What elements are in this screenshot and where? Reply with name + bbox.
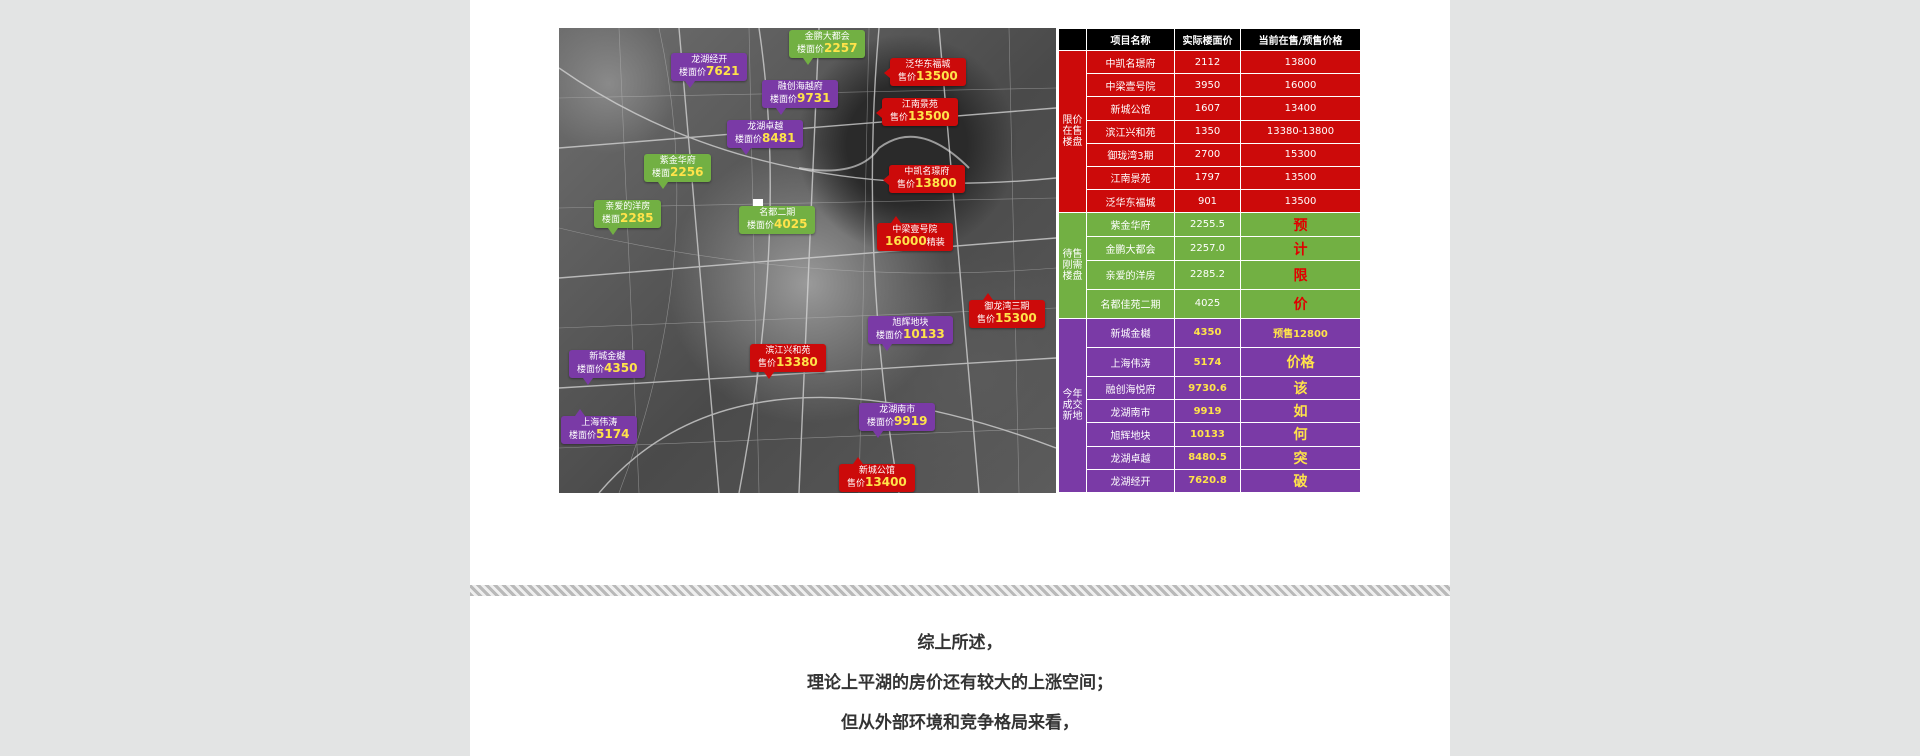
price-table: 项目名称 实际楼面价 当前在售/预售价格 限价在售楼盘 中凯名璟府 2112 138… bbox=[1058, 27, 1361, 494]
table-row: 融创海悦府 9730.6 该 bbox=[1059, 376, 1361, 401]
table-row: 待售刚需楼盘 紫金华府 2255.5 预 bbox=[1058, 212, 1361, 319]
map-label-binjiang: 滨江兴和苑 售价13380 bbox=[750, 344, 826, 379]
table-row: 御珑湾3期 2700 15300 bbox=[1059, 142, 1361, 167]
map-label-jinpeng: 金鹏大都会 楼面价2257 bbox=[789, 30, 866, 65]
summary-line: 理论上平湖的房价还有较大的上涨空间； bbox=[807, 673, 1113, 693]
summary-line: 综上所述， bbox=[917, 633, 1003, 653]
table-row: 亲爱的洋房 2285.2 限 bbox=[1059, 260, 1361, 290]
table-row: 龙湖南市 9919 如 bbox=[1059, 399, 1361, 424]
table-row: 名都佳苑二期 4025 价 bbox=[1059, 288, 1361, 319]
map-label-longhu-jingkai: 龙湖经开 楼面价7621 bbox=[671, 53, 748, 88]
table-row: 江南景苑 1797 13500 bbox=[1059, 165, 1361, 190]
table-row: 龙湖卓越 8480.5 突 bbox=[1059, 445, 1361, 470]
article-page: 金鹏大都会 楼面价2257 龙湖经开 楼面价7621 泛华东福城 售价13500… bbox=[470, 0, 1450, 756]
map-label-fanhua: 泛华东福城 售价13500 bbox=[884, 58, 966, 86]
map-label-qinai: 亲爱的洋房 楼面2285 bbox=[594, 200, 662, 235]
satellite-map-image: 金鹏大都会 楼面价2257 龙湖经开 楼面价7621 泛华东福城 售价13500… bbox=[559, 28, 1056, 493]
table-row: 新城公馆 1607 13400 bbox=[1059, 96, 1361, 121]
table-row: 泛华东福城 901 13500 bbox=[1059, 188, 1361, 214]
map-label-yulongwan: 御龙湾三期 售价15300 bbox=[969, 293, 1045, 328]
table-row: 今年成交新地 新城金樾 4350 预售12800 bbox=[1058, 317, 1361, 494]
table-header-blank bbox=[1058, 27, 1087, 52]
map-label-mingdu: 名都二期 楼面价4025 bbox=[739, 199, 816, 234]
summary-text: 综上所述， 理论上平湖的房价还有较大的上涨空间； 但从外部环境和竞争格局来看， bbox=[470, 628, 1450, 748]
table-row: 中梁壹号院 3950 16000 bbox=[1059, 73, 1361, 98]
map-label-rongchuang: 融创海越府 楼面价9731 bbox=[762, 80, 839, 115]
table-row: 限价在售楼盘 中凯名璟府 2112 13800 bbox=[1058, 50, 1361, 214]
map-label-zijin: 紫金华府 楼面2256 bbox=[644, 154, 712, 189]
table-header-row: 项目名称 实际楼面价 当前在售/预售价格 bbox=[1058, 27, 1361, 52]
group-label-pending: 待售刚需楼盘 bbox=[1058, 212, 1087, 319]
map-label-zhongliang: 中梁壹号院 16000精装 bbox=[877, 216, 953, 251]
table-header-land-price: 实际楼面价 bbox=[1174, 27, 1241, 52]
table-header-name: 项目名称 bbox=[1086, 27, 1175, 52]
map-label-longhu-nanshi: 龙湖南市 楼面价9919 bbox=[859, 403, 936, 438]
section-divider bbox=[470, 585, 1450, 596]
table-row: 旭辉地块 10133 何 bbox=[1059, 422, 1361, 447]
map-label-xincheng-gongguan: 新城公馆 售价13400 bbox=[839, 457, 915, 492]
map-label-xincheng-jinye: 新城金樾 楼面价4350 bbox=[569, 350, 646, 385]
group-label-limited: 限价在售楼盘 bbox=[1058, 50, 1087, 214]
map-label-zhongfan: 中凯名璟府 售价13800 bbox=[883, 165, 965, 193]
table-row: 金鹏大都会 2257.0 计 bbox=[1059, 236, 1361, 262]
map-label-jiangnan: 江南景苑 售价13500 bbox=[876, 98, 958, 126]
group-label-land: 今年成交新地 bbox=[1058, 317, 1087, 494]
summary-line: 但从外部环境和竞争格局来看， bbox=[841, 713, 1079, 733]
table-row: 上海伟涛 5174 价格 bbox=[1059, 346, 1361, 378]
table-row: 滨江兴和苑 1350 13380-13800 bbox=[1059, 119, 1361, 144]
map-label-longhu-zhuoyue: 龙湖卓越 楼面价8481 bbox=[727, 120, 804, 155]
map-label-shanghai: 上海伟涛 楼面价5174 bbox=[561, 409, 638, 444]
table-row: 龙湖经开 7620.8 破 bbox=[1059, 468, 1361, 494]
map-label-xuhui: 旭辉地块 楼面价10133 bbox=[868, 316, 953, 351]
table-header-sale-price: 当前在售/预售价格 bbox=[1240, 27, 1361, 52]
